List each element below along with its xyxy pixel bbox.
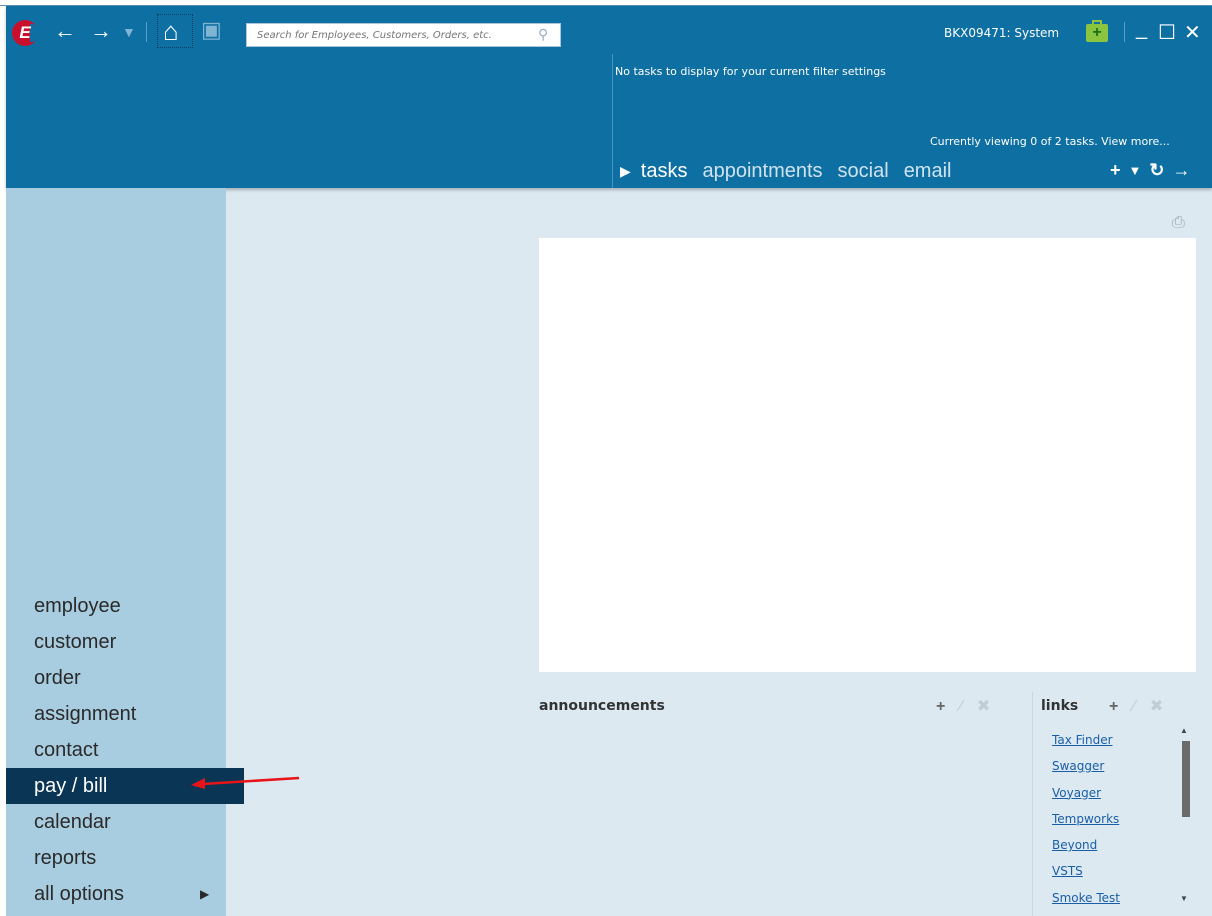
nav-label: calendar — [34, 811, 111, 833]
nav-label: assignment — [34, 703, 137, 725]
nav-label: reports — [34, 847, 97, 869]
nav-item-assignment[interactable]: assignment — [6, 696, 226, 732]
annotation-arrow-icon — [191, 776, 300, 789]
back-arrow-icon[interactable]: ← — [54, 18, 76, 44]
delete-announcement-icon[interactable]: ✖ — [977, 698, 990, 715]
play-icon[interactable]: ▶ — [620, 163, 631, 180]
toolbar-separator — [1124, 22, 1125, 42]
search-icon[interactable]: ⚲ — [538, 26, 548, 43]
tab-tasks[interactable]: tasks — [641, 160, 688, 183]
print-icon[interactable]: ⎙ — [1172, 214, 1185, 232]
nav-item-customer[interactable]: customer — [6, 624, 226, 660]
link-beyond[interactable]: Beyond — [1052, 835, 1120, 861]
link-smoke-test[interactable]: Smoke Test — [1052, 888, 1120, 914]
main-nav: employee customer order assignment conta… — [6, 588, 244, 912]
nav-item-contact[interactable]: contact — [6, 732, 226, 768]
links-scrollbar[interactable] — [1182, 741, 1190, 817]
announcements-title: announcements — [539, 698, 665, 714]
link-tax-finder[interactable]: Tax Finder — [1052, 730, 1120, 756]
nav-label: employee — [34, 595, 121, 617]
minimize-icon[interactable]: _ — [1136, 18, 1147, 40]
sidebar: employee customer order assignment conta… — [6, 188, 244, 916]
forward-arrow-icon[interactable]: → — [90, 18, 112, 44]
nav-item-calendar[interactable]: calendar — [6, 804, 226, 840]
nav-label: pay / bill — [34, 775, 108, 797]
nav-item-order[interactable]: order — [6, 660, 226, 696]
nav-item-employee[interactable]: employee — [6, 588, 226, 624]
app-logo[interactable]: E — [12, 20, 40, 46]
refresh-icon[interactable]: ↻ — [1149, 160, 1164, 182]
dashboard-panel — [539, 238, 1196, 672]
edit-announcement-icon[interactable]: ∕ — [960, 698, 963, 715]
tasks-view-more[interactable]: Currently viewing 0 of 2 tasks. View mor… — [930, 135, 1170, 148]
tasks-tabs: ▶ tasks appointments social email — [620, 160, 966, 183]
maximize-icon[interactable]: ☐ — [1158, 22, 1176, 44]
submenu-arrow-icon: ▶ — [200, 887, 210, 901]
history-dropdown-icon[interactable]: ▼ — [122, 19, 136, 45]
edit-link-icon[interactable]: ∕ — [1133, 698, 1136, 715]
search-input[interactable] — [246, 23, 561, 47]
announcements-tools: + ∕ ✖ — [936, 696, 1000, 716]
links-divider — [1032, 692, 1033, 916]
nav-label: contact — [34, 739, 99, 761]
close-icon[interactable]: ✕ — [1184, 22, 1201, 44]
nav-item-reports[interactable]: reports — [6, 840, 226, 876]
delete-link-icon[interactable]: ✖ — [1150, 698, 1163, 715]
links-tools: + ∕ ✖ — [1109, 696, 1173, 716]
add-task-icon[interactable]: + — [1110, 160, 1121, 182]
link-voyager[interactable]: Voyager — [1052, 783, 1120, 809]
nav-label: all options — [34, 883, 125, 905]
nav-label: order — [34, 667, 81, 689]
tasks-message: No tasks to display for your current fil… — [615, 65, 886, 78]
tasks-divider — [612, 54, 613, 188]
user-label: BKX09471: System — [944, 26, 1060, 40]
add-link-icon[interactable]: + — [1109, 698, 1118, 715]
tab-social[interactable]: social — [838, 160, 889, 183]
scroll-down-icon[interactable]: ▼ — [1180, 894, 1188, 903]
annotation-arrow-line — [202, 776, 300, 786]
nav-label: customer — [34, 631, 117, 653]
filter-icon[interactable]: ▼ — [1129, 160, 1142, 182]
toolbar-separator — [146, 22, 147, 42]
links-title: links — [1041, 698, 1079, 714]
toolbar: E ← → ▼ ⌂ ▣ ⚲ BKX09471: System + _ ☐ ✕ — [6, 6, 1212, 52]
scroll-up-icon[interactable]: ▲ — [1180, 726, 1188, 735]
logo-letter: E — [19, 23, 31, 42]
link-tempworks[interactable]: Tempworks — [1052, 809, 1120, 835]
header: E ← → ▼ ⌂ ▣ ⚲ BKX09471: System + _ ☐ ✕ N… — [6, 6, 1212, 188]
home-icon[interactable]: ⌂ — [163, 18, 179, 44]
briefcase-plus-icon[interactable]: + — [1086, 20, 1108, 42]
tab-appointments[interactable]: appointments — [702, 160, 822, 183]
add-announcement-icon[interactable]: + — [936, 698, 945, 715]
task-tools: + ▼ ↻ → — [1102, 160, 1190, 182]
next-icon[interactable]: → — [1172, 160, 1190, 182]
nav-item-all-options[interactable]: all options ▶ — [6, 876, 226, 912]
links-list: Tax Finder Swagger Voyager Tempworks Bey… — [1052, 730, 1120, 914]
annotation-arrow-head — [191, 778, 205, 789]
tab-email[interactable]: email — [904, 160, 952, 183]
save-icon[interactable]: ▣ — [201, 17, 222, 43]
link-vsts[interactable]: VSTS — [1052, 861, 1120, 887]
link-swagger[interactable]: Swagger — [1052, 756, 1120, 782]
app-window: E ← → ▼ ⌂ ▣ ⚲ BKX09471: System + _ ☐ ✕ N… — [6, 6, 1212, 916]
